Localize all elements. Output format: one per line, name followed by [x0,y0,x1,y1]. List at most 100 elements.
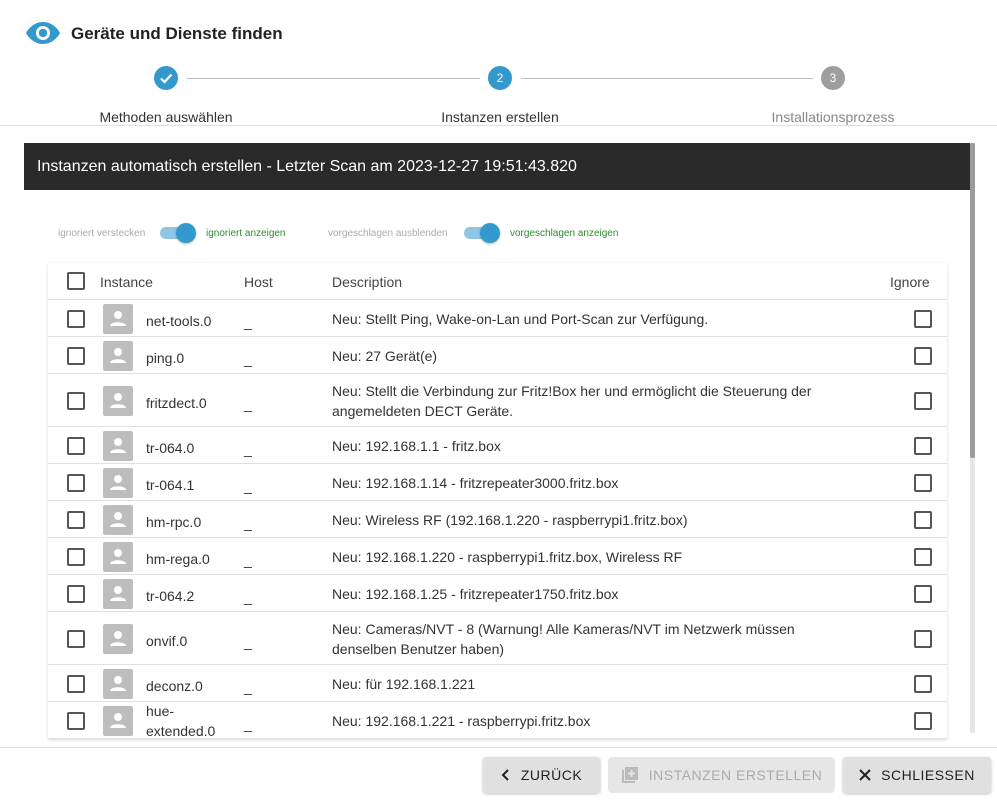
close-button[interactable]: SCHLIESSEN [843,757,991,793]
suggested-hide-label: vorgeschlagen ausblenden [328,228,448,239]
instance-name: hm-rpc.0 [146,514,202,530]
instance-description: Neu: 192.168.1.25 - fritzrepeater1750.fr… [332,586,619,602]
dialog-footer: ZURÜCK INSTANZEN ERSTELLEN SCHLIESSEN [0,747,997,802]
instance-host: _ [244,716,252,732]
table-row: fritzdect.0 _ Neu: Stellt die Verbindung z… [48,374,947,427]
row-ignore-checkbox[interactable] [914,675,932,693]
step-3-label: Installationsprozess [771,109,895,125]
row-ignore-checkbox[interactable] [914,474,932,492]
instance-name: hm-rega.0 [146,551,210,567]
instance-avatar-icon [103,386,133,416]
scrollbar[interactable] [970,143,975,733]
row-ignore-checkbox[interactable] [914,310,932,328]
instance-description: Neu: 192.168.1.14 - fritzrepeater3000.fr… [332,475,619,491]
ignored-show-label: ignoriert anzeigen [206,228,286,239]
instance-host: _ [244,515,252,531]
instance-description: Neu: 192.168.1.1 - fritz.box [332,438,501,454]
create-instances-label: INSTANZEN ERSTELLEN [648,767,823,783]
row-ignore-checkbox[interactable] [914,712,932,730]
dialog-header: Geräte und Dienste finden [0,0,997,60]
row-ignore-checkbox[interactable] [914,585,932,603]
instance-name: net-tools.0 [146,313,212,329]
instance-avatar-icon [103,624,133,654]
header-instance: Instance [100,274,153,290]
row-ignore-checkbox[interactable] [914,630,932,648]
step-connector [521,78,813,79]
instance-avatar-icon [103,579,133,609]
chevron-left-icon [501,769,509,781]
instance-name: tr-064.1 [146,477,195,493]
suggested-toggle[interactable] [462,223,500,243]
table-row: deconz.0 _ Neu: für 192.168.1.221 [48,665,947,702]
row-select-checkbox[interactable] [67,712,85,730]
row-ignore-checkbox[interactable] [914,347,932,365]
instance-name: tr-064.2 [146,588,195,604]
table-row: net-tools.0 _ Neu: Stellt Ping, Wake-on-La… [48,300,947,337]
row-ignore-checkbox[interactable] [914,437,932,455]
instance-host: _ [244,441,252,457]
step-3-circle: 3 [821,66,845,90]
instance-name: tr-064.0 [146,440,195,456]
close-icon [859,769,871,781]
instance-avatar-icon [103,542,133,572]
row-select-checkbox[interactable] [67,474,85,492]
instance-host: _ [244,396,252,412]
row-select-checkbox[interactable] [67,392,85,410]
row-select-checkbox[interactable] [67,347,85,365]
dialog-title: Geräte und Dienste finden [71,24,283,43]
instance-name: ping.0 [146,350,185,366]
back-button-label: ZURÜCK [520,767,583,783]
scan-banner: Instanzen automatisch erstellen - Letzte… [24,143,970,190]
instance-description: Neu: 192.168.1.220 - raspberrypi1.fritz.… [332,549,683,565]
instance-name: fritzdect.0 [146,395,207,411]
ignored-toggle[interactable] [158,223,196,243]
table-body: net-tools.0 _ Neu: Stellt Ping, Wake-on-La… [48,300,947,739]
create-instances-button[interactable]: INSTANZEN ERSTELLEN [608,757,835,793]
instance-host: _ [244,478,252,494]
instance-name: hue-extended.0 [146,703,216,739]
instance-name: onvif.0 [146,633,188,649]
table-row: ping.0 _ Neu: 27 Gerät(e) [48,337,947,374]
table-row: onvif.0 _ Neu: Cameras/NVT - 8 (Warnung! A… [48,612,947,665]
instances-panel: Instanzen automatisch erstellen - Letzte… [24,143,970,747]
instance-host: _ [244,351,252,367]
instance-host: _ [244,552,252,568]
instance-description: Neu: 27 Gerät(e) [332,348,438,364]
instance-name: deconz.0 [146,678,203,694]
instance-host: _ [244,314,252,330]
scrollbar-thumb[interactable] [970,143,975,458]
table-row: hue-extended.0 _ Neu: 192.168.1.221 - rasp… [48,702,947,739]
stepper: 2 3 Methoden auswählen Instanzen erstell… [0,62,997,126]
row-select-checkbox[interactable] [67,511,85,529]
instance-description: Neu: Stellt Ping, Wake-on-Lan und Port-S… [332,311,709,327]
table-row: tr-064.1 _ Neu: 192.168.1.14 - fritzrepeat… [48,464,947,501]
step-1-check-icon [154,66,178,90]
instance-avatar-icon [103,706,133,736]
row-ignore-checkbox[interactable] [914,548,932,566]
instance-host: _ [244,679,252,695]
instance-host: _ [244,589,252,605]
instance-description: Neu: für 192.168.1.221 [332,676,476,692]
table-row: hm-rega.0 _ Neu: 192.168.1.220 - raspberry… [48,538,947,575]
suggested-show-label: vorgeschlagen anzeigen [510,228,619,239]
row-ignore-checkbox[interactable] [914,511,932,529]
back-button[interactable]: ZURÜCK [483,757,600,793]
select-all-checkbox[interactable] [67,272,85,290]
ignored-hide-label: ignoriert verstecken [58,228,146,239]
table-row: tr-064.0 _ Neu: 192.168.1.1 - fritz.box [48,427,947,464]
row-select-checkbox[interactable] [67,437,85,455]
close-button-label: SCHLIESSEN [881,767,975,783]
instance-avatar-icon [103,468,133,498]
header-ignore: Ignore [890,274,930,290]
row-select-checkbox[interactable] [67,310,85,328]
instance-description: Neu: 192.168.1.221 - raspberrypi.fritz.b… [332,713,591,729]
table-row: hm-rpc.0 _ Neu: Wireless RF (192.168.1.220… [48,501,947,538]
row-ignore-checkbox[interactable] [914,392,932,410]
row-select-checkbox[interactable] [67,630,85,648]
row-select-checkbox[interactable] [67,548,85,566]
instance-description: Neu: Wireless RF (192.168.1.220 - raspbe… [332,512,688,528]
instance-avatar-icon [103,304,133,334]
row-select-checkbox[interactable] [67,585,85,603]
step-1-label: Methoden auswählen [99,109,233,125]
row-select-checkbox[interactable] [67,675,85,693]
